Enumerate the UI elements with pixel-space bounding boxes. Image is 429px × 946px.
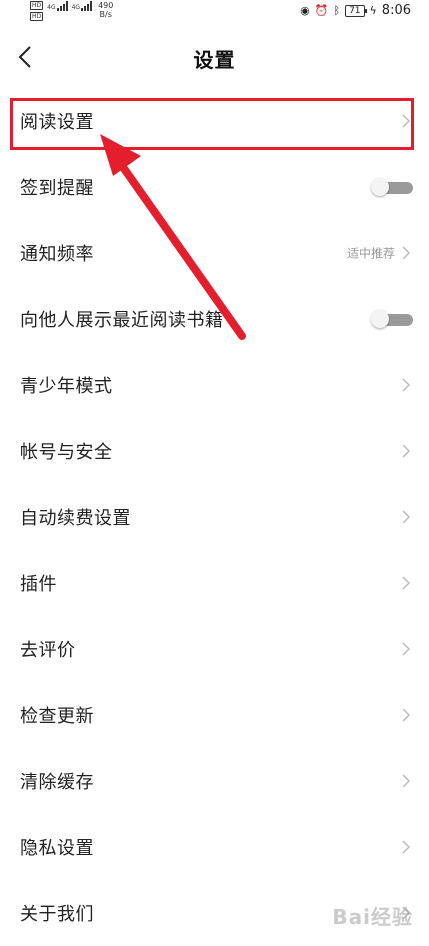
setting-label: 去评价 — [20, 640, 76, 661]
status-bar: HD HD 4G 4G 490 B/s ◉ ⏰ ᛒ 71 ϟ 8:06 — [0, 0, 429, 22]
chevron-right-icon — [402, 774, 411, 788]
status-left: HD HD 4G 4G 490 B/s — [30, 1, 113, 21]
settings-list: 阅读设置 签到提醒 通知频率 适中推荐 向他人展示最近阅读书籍 青少年模式 帐号… — [0, 88, 429, 946]
setting-label: 清除缓存 — [20, 772, 94, 793]
watermark-logo: Bai经验 — [332, 905, 413, 929]
setting-auto-renewal[interactable]: 自动续费设置 — [0, 484, 429, 550]
charging-icon: ϟ — [369, 3, 377, 17]
hd-icon: HD — [30, 12, 44, 21]
chevron-right-icon — [402, 378, 411, 392]
network-type: 4G — [47, 4, 56, 11]
setting-label: 青少年模式 — [20, 376, 113, 397]
show-recent-books-toggle[interactable] — [371, 310, 413, 328]
toggle-knob — [371, 178, 389, 196]
battery-indicator: 71 — [345, 4, 368, 17]
app-header: 设置 — [0, 32, 429, 88]
setting-rate-app[interactable]: 去评价 — [0, 616, 429, 682]
setting-teen-mode[interactable]: 青少年模式 — [0, 352, 429, 418]
setting-check-update[interactable]: 检查更新 — [0, 682, 429, 748]
setting-plugins[interactable]: 插件 — [0, 550, 429, 616]
setting-notification-frequency[interactable]: 通知频率 适中推荐 — [0, 220, 429, 286]
setting-label: 向他人展示最近阅读书籍 — [20, 310, 224, 331]
chevron-right-icon — [402, 642, 411, 656]
setting-label: 阅读设置 — [20, 112, 94, 133]
signal-icon: 4G — [47, 1, 68, 11]
setting-label: 帐号与安全 — [20, 442, 113, 463]
network-speed: 490 B/s — [98, 1, 114, 19]
setting-clear-cache[interactable]: 清除缓存 — [0, 748, 429, 814]
chevron-right-icon — [402, 114, 411, 128]
setting-label: 插件 — [20, 574, 57, 595]
setting-show-recent-books[interactable]: 向他人展示最近阅读书籍 — [0, 286, 429, 352]
setting-reading[interactable]: 阅读设置 — [0, 88, 429, 154]
alarm-icon: ⏰ — [314, 3, 329, 17]
checkin-reminder-toggle[interactable] — [371, 178, 413, 196]
network-type: 4G — [71, 4, 81, 11]
chevron-right-icon — [402, 444, 411, 458]
bluetooth-icon: ᛒ — [333, 3, 341, 17]
hd-indicators: HD HD — [30, 1, 44, 21]
page-title: 设置 — [193, 48, 236, 72]
clock: 8:06 — [381, 3, 411, 18]
setting-privacy[interactable]: 隐私设置 — [0, 814, 429, 880]
setting-label: 自动续费设置 — [20, 508, 131, 529]
signal-icon: 4G — [71, 1, 93, 11]
setting-label: 隐私设置 — [20, 838, 94, 859]
setting-account-security[interactable]: 帐号与安全 — [0, 418, 429, 484]
chevron-right-icon — [402, 510, 411, 524]
chevron-right-icon — [402, 840, 411, 854]
status-right: ◉ ⏰ ᛒ 71 ϟ 8:06 — [300, 3, 411, 18]
chevron-right-icon — [402, 576, 411, 590]
setting-label: 检查更新 — [20, 706, 94, 727]
setting-label: 通知频率 — [20, 244, 94, 265]
setting-value: 适中推荐 — [346, 246, 395, 261]
setting-checkin-reminder[interactable]: 签到提醒 — [0, 154, 429, 220]
eye-icon: ◉ — [300, 3, 310, 17]
hd-icon: HD — [30, 1, 44, 10]
chevron-right-icon — [402, 708, 411, 722]
setting-label: 签到提醒 — [20, 178, 94, 199]
chevron-right-icon — [402, 246, 411, 260]
toggle-knob — [371, 310, 389, 328]
setting-label: 关于我们 — [20, 904, 94, 925]
